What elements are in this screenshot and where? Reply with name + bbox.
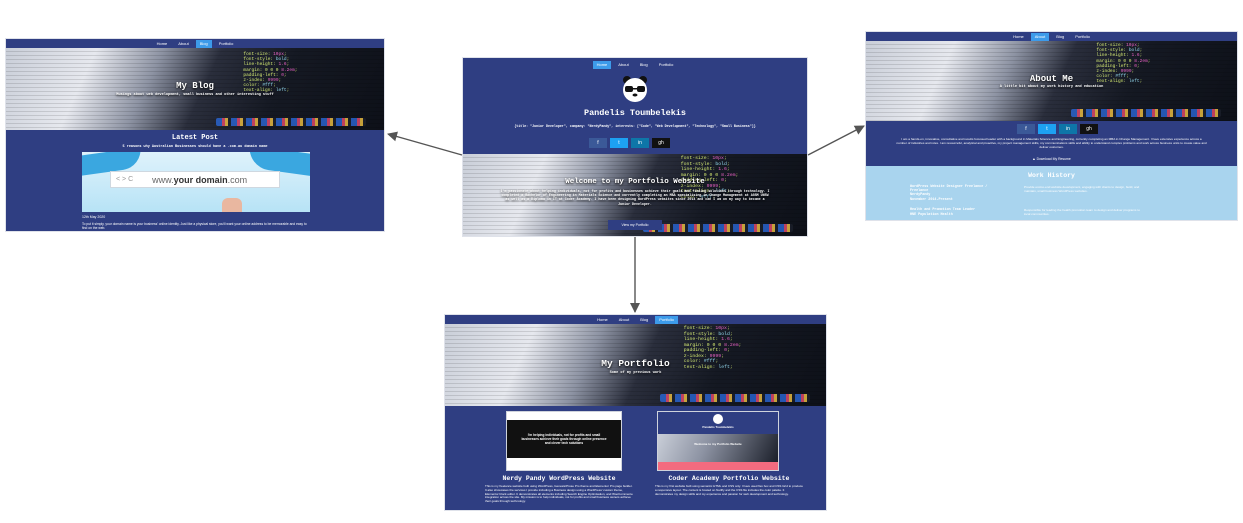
arrow-home-to-about <box>807 125 865 156</box>
site-map-diagram: Home About Blog Portfolio font-size: 10p… <box>0 0 1243 523</box>
connector-arrows <box>387 125 865 313</box>
arrow-home-to-blog <box>387 131 463 156</box>
